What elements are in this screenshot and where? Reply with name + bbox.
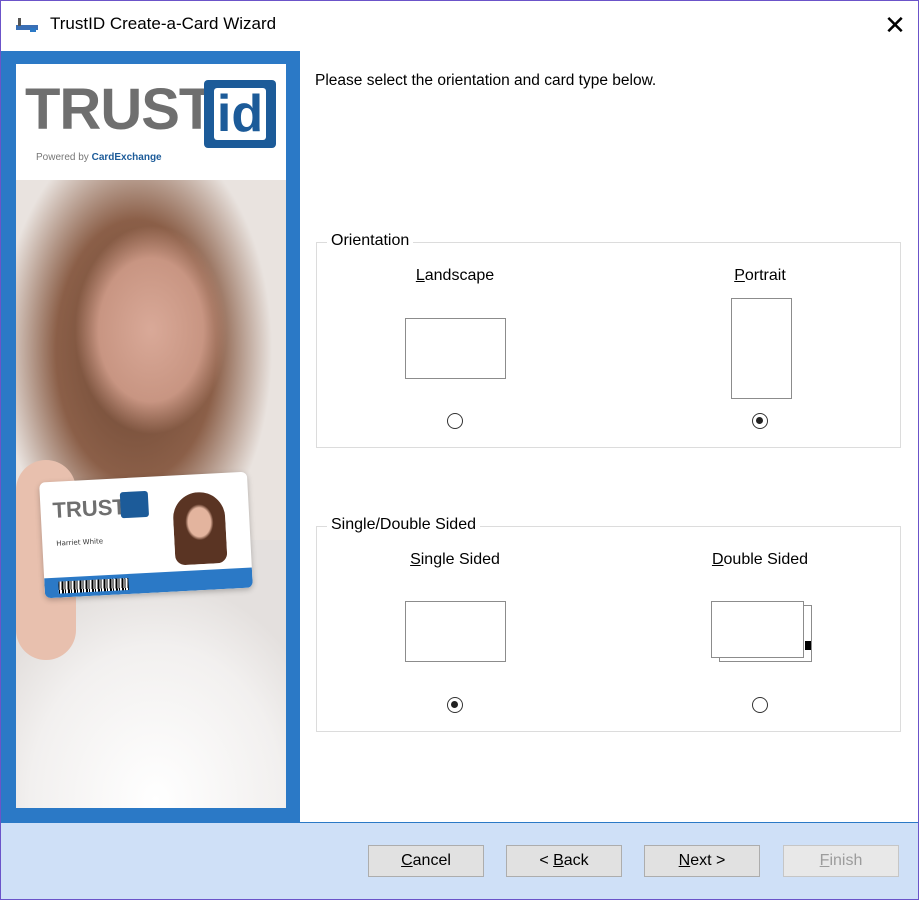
side-banner: TRUST id Powered by CardExchange TRUST H…	[1, 51, 300, 822]
sides-group: Single/Double Sided Single Sided Double …	[316, 516, 901, 732]
portrait-radio[interactable]	[752, 413, 768, 429]
double-sided-front-card[interactable]	[711, 601, 804, 658]
card-holder-name: Harriet White	[56, 537, 104, 548]
logo-text: TRUST	[25, 77, 214, 142]
back-button[interactable]: < Back	[506, 845, 622, 877]
finish-button[interactable]: Finish	[783, 845, 899, 877]
banner-image: TRUST id Powered by CardExchange TRUST H…	[16, 64, 286, 808]
card-printer-icon	[16, 18, 38, 32]
double-sided-radio[interactable]	[752, 697, 768, 713]
single-sided-card-preview[interactable]	[405, 601, 506, 662]
landscape-radio[interactable]	[447, 413, 463, 429]
woman-holding-card-photo: TRUST Harriet White	[16, 180, 286, 808]
cancel-button[interactable]: Cancel	[368, 845, 484, 877]
sides-legend: Single/Double Sided	[327, 516, 480, 534]
button-bar: Cancel < Back Next > Finish	[1, 822, 918, 899]
landscape-card-preview[interactable]	[405, 318, 506, 379]
portrait-card-preview[interactable]	[731, 298, 792, 399]
window-title: TrustID Create-a-Card Wizard	[50, 14, 277, 33]
double-sided-label[interactable]: Double Sided	[680, 551, 840, 569]
logo-id-text: id	[213, 88, 267, 140]
title-bar: TrustID Create-a-Card Wizard ✕	[1, 1, 918, 51]
logo-id-mark: id	[204, 80, 276, 148]
trustid-logo: TRUST id Powered by CardExchange	[16, 64, 286, 180]
close-button[interactable]: ✕	[872, 1, 918, 51]
landscape-label[interactable]: Landscape	[375, 267, 535, 285]
single-sided-label[interactable]: Single Sided	[375, 551, 535, 569]
orientation-legend: Orientation	[327, 232, 414, 250]
wizard-window: TrustID Create-a-Card Wizard ✕ TRUST id …	[0, 0, 919, 900]
orientation-group: Orientation Landscape Portrait	[316, 232, 901, 448]
instruction-text: Please select the orientation and card t…	[315, 72, 657, 89]
next-button[interactable]: Next >	[644, 845, 760, 877]
double-sided-marker	[805, 641, 811, 650]
single-sided-radio[interactable]	[447, 697, 463, 713]
close-icon: ✕	[884, 11, 906, 41]
card-logo-text: TRUST	[51, 494, 127, 523]
card-logo-id-mark	[119, 490, 150, 519]
powered-by-text: Powered by CardExchange	[36, 152, 162, 163]
card-photo	[171, 490, 228, 566]
portrait-label[interactable]: Portrait	[680, 267, 840, 285]
sample-id-card: TRUST Harriet White	[39, 471, 253, 599]
